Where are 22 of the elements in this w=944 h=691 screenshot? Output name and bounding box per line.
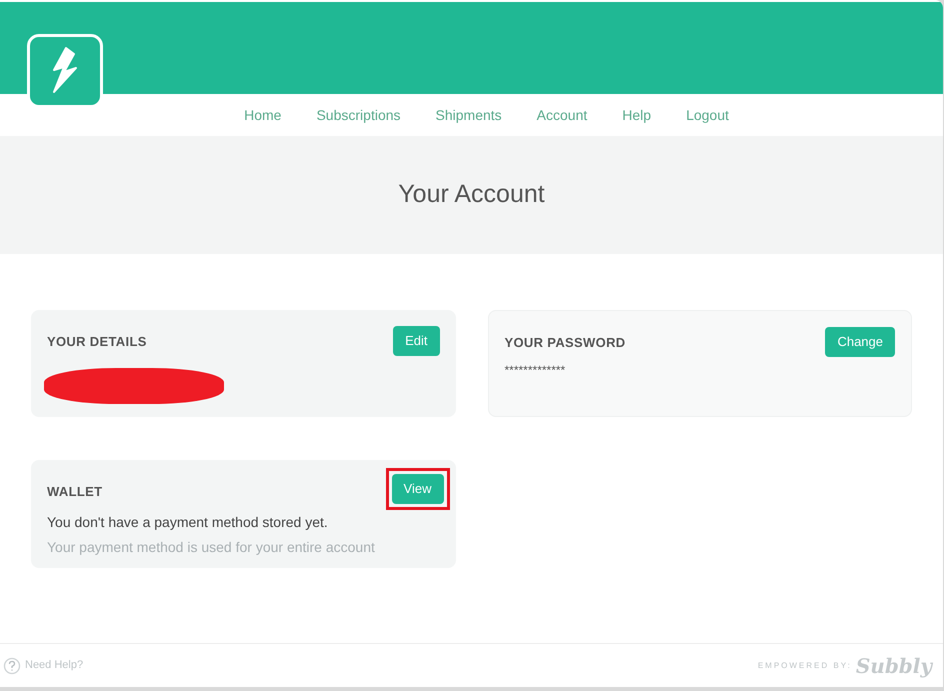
logo[interactable] xyxy=(27,34,103,108)
help-icon xyxy=(3,656,21,674)
wallet-note: Your payment method is used for your entire account xyxy=(47,538,376,557)
card-title: YOUR PASSWORD xyxy=(504,334,626,352)
nav-link[interactable]: Home xyxy=(244,104,282,126)
card-title: YOUR DETAILS xyxy=(47,333,147,351)
wallet-message: You don't have a payment method stored yet. xyxy=(47,513,329,532)
change-button[interactable]: Change xyxy=(825,327,895,357)
nav-link[interactable]: Logout xyxy=(686,104,729,126)
nav-link[interactable]: Subscriptions xyxy=(316,104,401,126)
nav-link[interactable]: Shipments xyxy=(436,104,502,126)
view-button[interactable]: View xyxy=(392,474,444,504)
help-link[interactable]: Need Help? xyxy=(25,657,84,674)
powered-by-label: EMPOWERED BY: xyxy=(758,660,852,672)
lightning-bolt-icon xyxy=(50,46,80,96)
edit-button[interactable]: Edit xyxy=(393,326,440,356)
card-title: WALLET xyxy=(47,483,102,501)
nav-link[interactable]: Help xyxy=(622,104,652,126)
page-title: Your Account xyxy=(398,179,545,210)
nav-link[interactable]: Account xyxy=(536,104,588,126)
brand-logo: Subbly xyxy=(856,652,932,680)
masked-password: ************* xyxy=(504,362,566,379)
